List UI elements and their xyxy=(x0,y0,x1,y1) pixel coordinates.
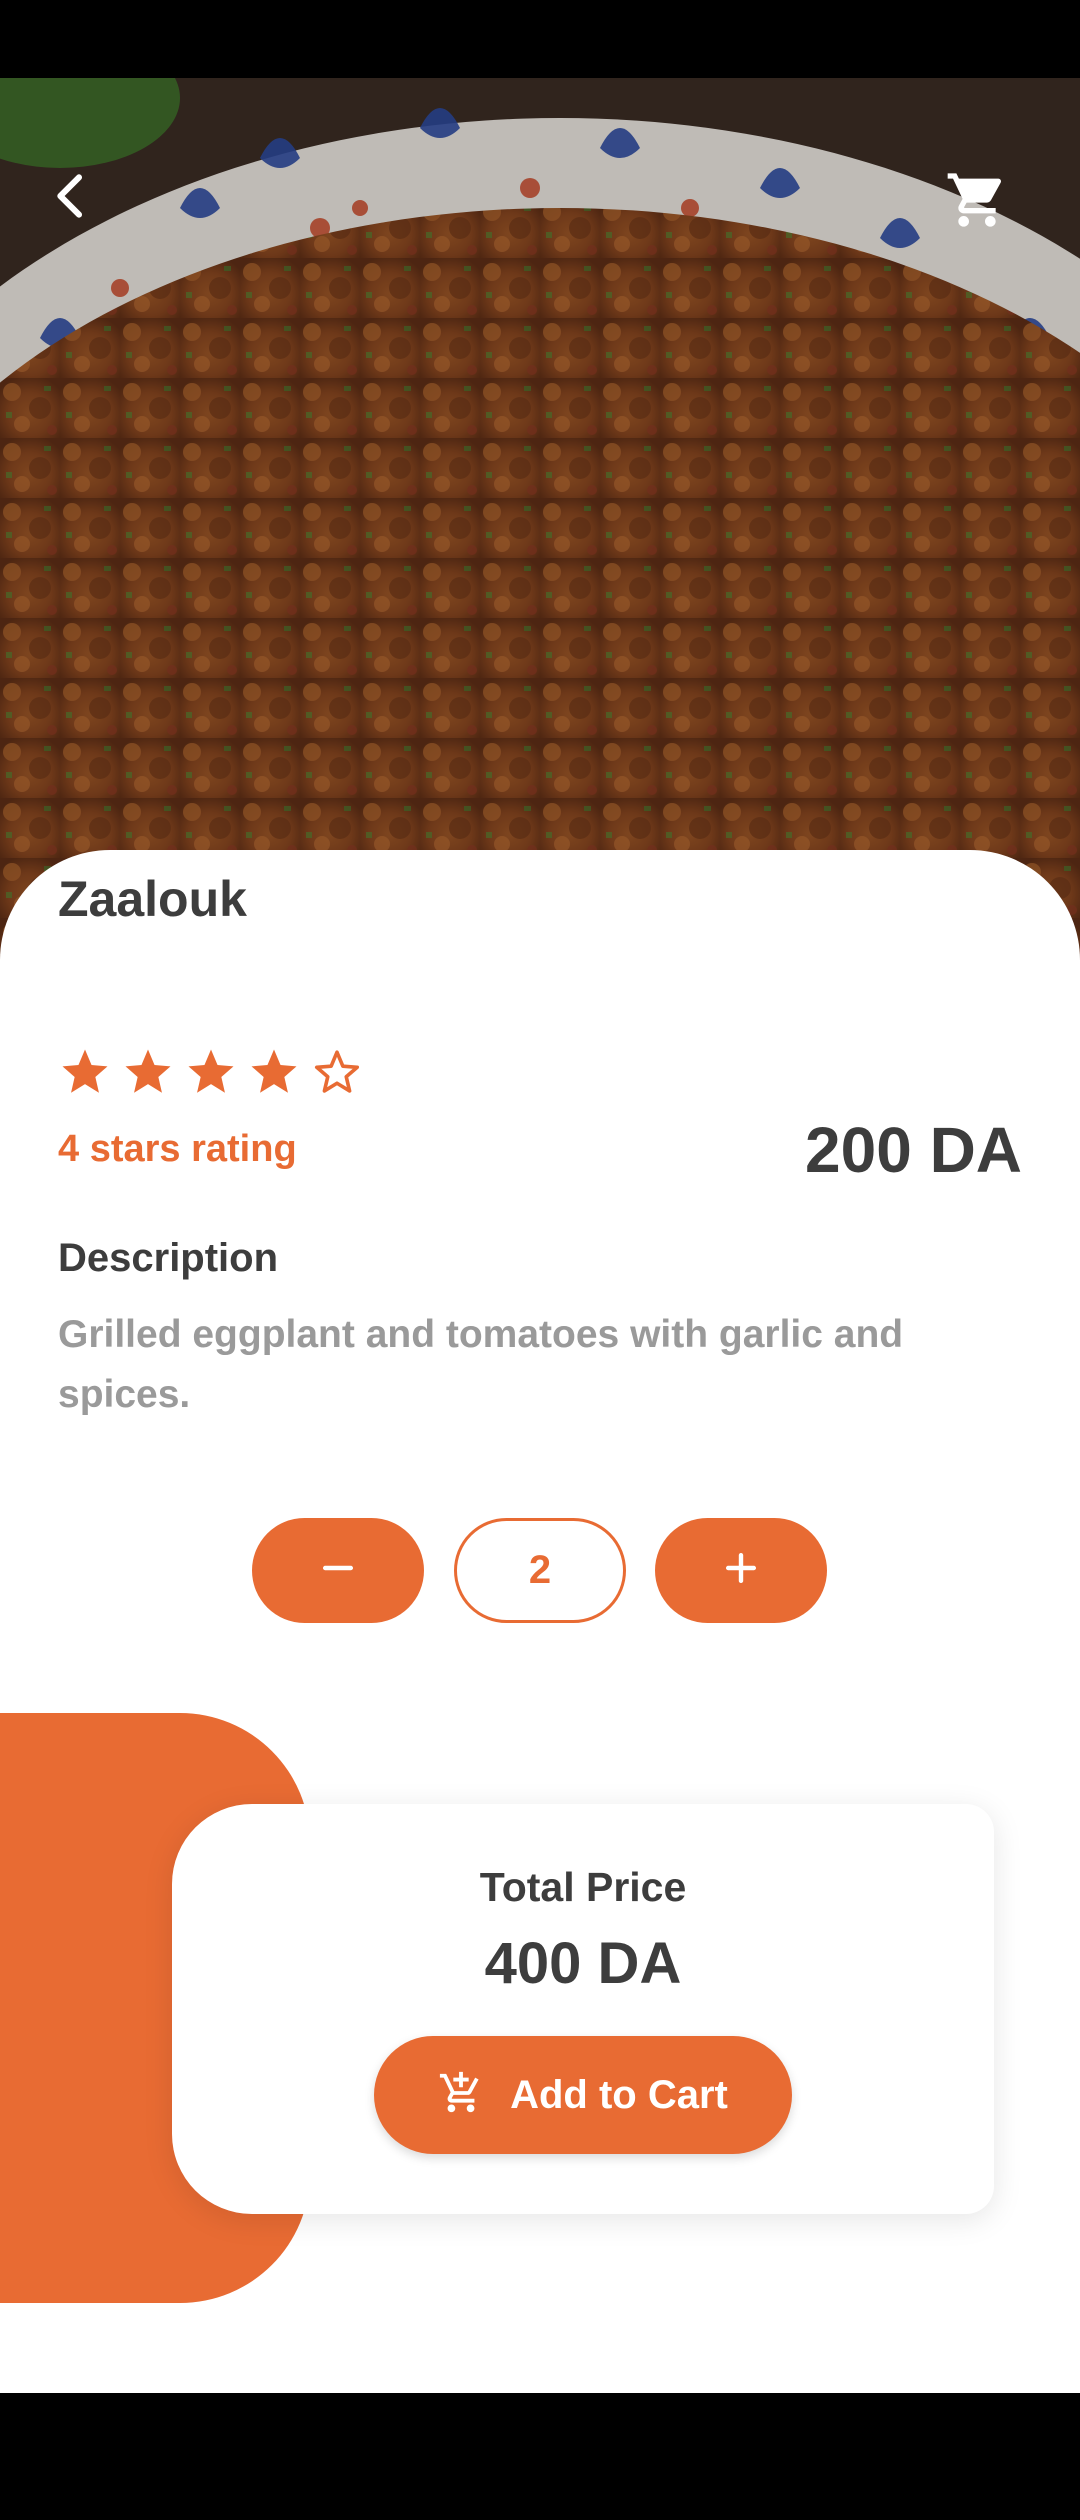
total-price-label: Total Price xyxy=(479,1864,687,1910)
cart-button[interactable] xyxy=(945,168,1035,258)
add-to-cart-label: Add to Cart xyxy=(510,2072,728,2117)
star-filled-icon xyxy=(184,1045,238,1104)
product-title: Zaalouk xyxy=(58,871,247,927)
star-rating xyxy=(58,1045,364,1104)
minus-icon xyxy=(316,1546,360,1595)
star-filled-icon xyxy=(58,1045,112,1104)
add-shopping-cart-icon xyxy=(438,2070,484,2121)
status-bar xyxy=(0,0,1080,78)
increase-quantity-button[interactable] xyxy=(655,1518,827,1623)
star-filled-icon xyxy=(247,1045,301,1104)
quantity-value: 2 xyxy=(454,1518,626,1623)
star-outline-icon xyxy=(310,1045,364,1104)
star-filled-icon xyxy=(121,1045,175,1104)
product-detail-screen: Zaalouk 4 stars rating 200 DA Descriptio… xyxy=(0,78,1080,2393)
decrease-quantity-button[interactable] xyxy=(252,1518,424,1623)
food-photo xyxy=(0,78,1080,978)
product-price: 200 DA xyxy=(805,1114,1022,1186)
back-button[interactable] xyxy=(44,168,134,258)
rating-text: 4 stars rating xyxy=(58,1128,297,1170)
description-heading: Description xyxy=(58,1236,279,1280)
total-price-value: 400 DA xyxy=(484,1931,682,1996)
plus-icon xyxy=(719,1546,763,1595)
total-card: Total Price 400 DA Add to Cart xyxy=(172,1804,994,2214)
add-to-cart-button[interactable]: Add to Cart xyxy=(374,2036,792,2154)
navigation-bar xyxy=(0,2393,1080,2520)
description-text: Grilled eggplant and tomatoes with garli… xyxy=(58,1313,904,1416)
